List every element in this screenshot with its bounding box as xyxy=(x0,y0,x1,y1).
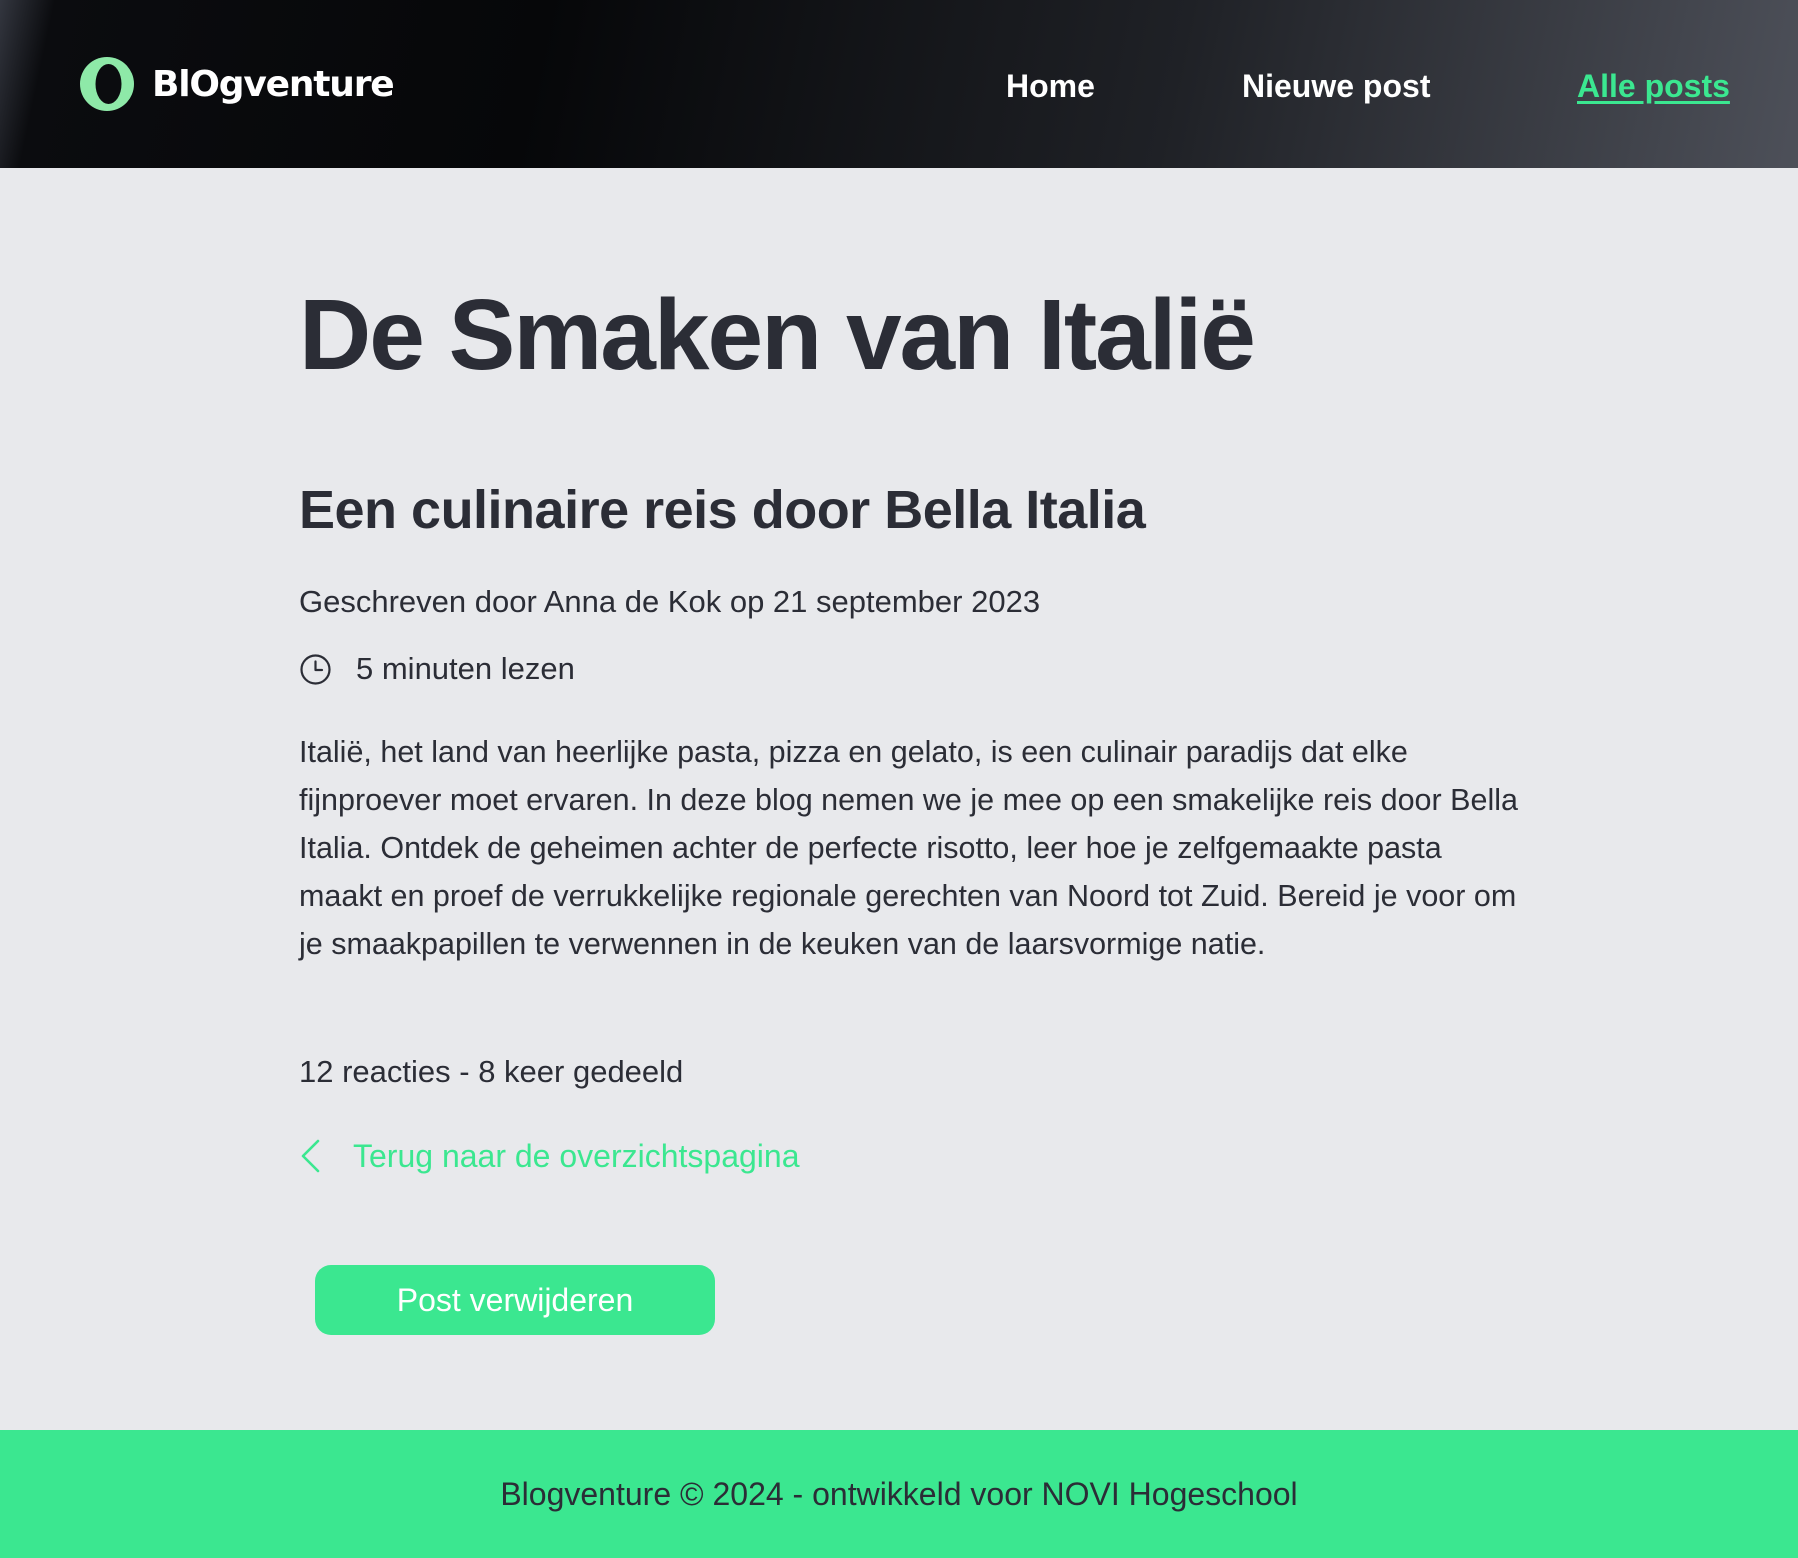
nav-item-new-post[interactable]: Nieuwe post xyxy=(1242,64,1430,108)
post-body: Italië, het land van heerlijke pasta, pi… xyxy=(299,735,1518,961)
site-header: BlOgventure Home Nieuwe post Alle posts xyxy=(0,0,1798,168)
footer-text: Blogventure © 2024 - ontwikkeld voor NOV… xyxy=(500,1475,1298,1512)
read-time-label: 5 minuten lezen xyxy=(356,651,575,686)
post-stats: 12 reacties - 8 keer gedeeld xyxy=(299,1054,684,1089)
read-time: 5 minuten lezen xyxy=(299,649,575,689)
post-byline: Geschreven door Anna de Kok op 21 septem… xyxy=(299,584,1041,619)
post-title: De Smaken van Italië xyxy=(299,279,1256,391)
nav-item-all-posts[interactable]: Alle posts xyxy=(1577,64,1730,108)
chevron-left-icon xyxy=(301,1139,320,1173)
delete-post-button[interactable]: Post verwijderen xyxy=(315,1265,715,1335)
back-to-overview-link[interactable]: Terug naar de overzichtspagina xyxy=(299,1134,800,1178)
main-nav: Home Nieuwe post Alle posts xyxy=(0,64,1798,108)
nav-item-home[interactable]: Home xyxy=(1006,64,1095,108)
clock-icon xyxy=(300,653,331,685)
site-footer: Blogventure © 2024 - ontwikkeld voor NOV… xyxy=(0,1430,1798,1558)
post-subtitle: Een culinaire reis door Bella Italia xyxy=(299,480,1146,540)
back-link-label: Terug naar de overzichtspagina xyxy=(353,1137,800,1174)
